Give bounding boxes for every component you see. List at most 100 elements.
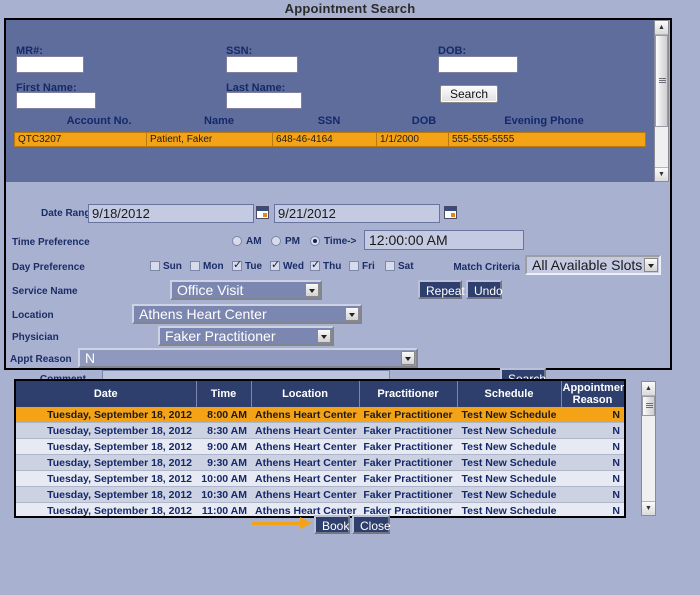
physician-select[interactable]: Faker Practitioner: [158, 326, 334, 346]
close-button[interactable]: Close: [352, 515, 390, 534]
cell-date: Tuesday, September 18, 2012: [16, 407, 196, 423]
patient-result-row[interactable]: QTC3207 Patient, Faker 648-46-4164 1/1/2…: [14, 132, 646, 147]
undo-button[interactable]: Undo: [466, 280, 502, 299]
results-col-schedule[interactable]: Schedule: [457, 381, 561, 407]
table-row[interactable]: Tuesday, September 18, 20129:30 AMAthens…: [16, 455, 624, 471]
cell-practitioner: Faker Practitioner: [359, 439, 457, 455]
time-label: Time->: [324, 236, 356, 247]
cell-schedule: Test New Schedule: [457, 439, 561, 455]
mr-number-input[interactable]: [16, 56, 84, 73]
results-table: Date Time Location Practitioner Schedule…: [16, 381, 625, 518]
scrollbar-thumb[interactable]: [642, 396, 655, 416]
cell-date: Tuesday, September 18, 2012: [16, 471, 196, 487]
cell-schedule: Test New Schedule: [457, 471, 561, 487]
chevron-down-icon[interactable]: [317, 329, 331, 343]
chevron-down-icon[interactable]: [345, 307, 359, 321]
day-label-wed: Wed: [283, 261, 304, 272]
appt-reason-label: Appt Reason: [10, 354, 76, 365]
table-row[interactable]: Tuesday, September 18, 201210:30 AMAthen…: [16, 487, 624, 503]
cell-ssn: 648-46-4164: [273, 133, 377, 146]
repeat-button[interactable]: Repeat: [418, 280, 462, 299]
chevron-down-icon[interactable]: [305, 283, 319, 297]
day-label-tue: Tue: [245, 261, 262, 272]
time-pref-am-radio[interactable]: [232, 236, 242, 246]
chevron-down-icon[interactable]: [644, 258, 658, 272]
cell-reason: N: [561, 487, 624, 503]
cell-date: Tuesday, September 18, 2012: [16, 455, 196, 471]
chevron-down-icon[interactable]: [401, 351, 415, 365]
time-value-input[interactable]: 12:00:00 AM: [364, 230, 524, 250]
last-name-input[interactable]: [226, 92, 302, 109]
scroll-up-icon[interactable]: ▲: [655, 21, 668, 35]
cell-schedule: Test New Schedule: [457, 407, 561, 423]
cell-practitioner: Faker Practitioner: [359, 471, 457, 487]
day-checkbox-sat[interactable]: [385, 261, 395, 271]
results-col-reason[interactable]: Appointment Reason: [561, 381, 624, 407]
calendar-icon[interactable]: [256, 206, 269, 219]
location-label: Location: [12, 310, 96, 321]
results-col-practitioner[interactable]: Practitioner: [359, 381, 457, 407]
scroll-down-icon[interactable]: ▼: [655, 167, 668, 181]
cell-date: Tuesday, September 18, 2012: [16, 487, 196, 503]
service-name-select[interactable]: Office Visit: [170, 280, 322, 300]
cell-schedule: Test New Schedule: [457, 455, 561, 471]
cell-practitioner: Faker Practitioner: [359, 487, 457, 503]
arrow-line: [252, 522, 302, 525]
col-ssn: SSN: [289, 115, 369, 127]
date-to-input[interactable]: 9/21/2012: [274, 204, 440, 223]
day-checkbox-fri[interactable]: [349, 261, 359, 271]
scroll-up-icon[interactable]: ▲: [642, 382, 655, 396]
cell-reason: N: [561, 455, 624, 471]
appointment-search-page: Appointment Search MR#: SSN: DOB: First …: [0, 0, 700, 595]
scroll-down-icon[interactable]: ▼: [642, 501, 655, 515]
day-checkbox-sun[interactable]: [150, 261, 160, 271]
cell-location: Athens Heart Center: [251, 471, 359, 487]
results-col-time[interactable]: Time: [196, 381, 251, 407]
cell-practitioner: Faker Practitioner: [359, 423, 457, 439]
appt-reason-select[interactable]: N: [78, 348, 418, 368]
results-header-row: Date Time Location Practitioner Schedule…: [16, 381, 624, 407]
dob-input[interactable]: [438, 56, 518, 73]
day-label-mon: Mon: [203, 261, 224, 272]
patient-search-button[interactable]: Search: [440, 85, 498, 103]
calendar-icon[interactable]: [444, 206, 457, 219]
location-select[interactable]: Athens Heart Center: [132, 304, 362, 324]
day-label-thu: Thu: [323, 261, 341, 272]
table-row[interactable]: Tuesday, September 18, 201210:00 AMAthen…: [16, 471, 624, 487]
results-col-date[interactable]: Date: [16, 381, 196, 407]
table-row[interactable]: Tuesday, September 18, 20128:30 AMAthens…: [16, 423, 624, 439]
arrow-head: [300, 517, 312, 529]
book-button[interactable]: Book: [314, 515, 350, 534]
ssn-input[interactable]: [226, 56, 298, 73]
cell-schedule: Test New Schedule: [457, 423, 561, 439]
date-from-input[interactable]: 9/18/2012: [88, 204, 254, 223]
scrollbar-thumb[interactable]: [655, 35, 668, 127]
cell-date: Tuesday, September 18, 2012: [16, 439, 196, 455]
physician-value: Faker Practitioner: [165, 328, 275, 344]
location-value: Athens Heart Center: [139, 306, 267, 322]
first-name-input[interactable]: [16, 92, 96, 109]
appointment-results-grid[interactable]: Date Time Location Practitioner Schedule…: [14, 379, 626, 518]
table-row[interactable]: Tuesday, September 18, 20128:00 AMAthens…: [16, 407, 624, 423]
pm-label: PM: [285, 236, 300, 247]
day-checkbox-wed[interactable]: [270, 261, 280, 271]
results-col-location[interactable]: Location: [251, 381, 359, 407]
day-checkbox-thu[interactable]: [310, 261, 320, 271]
time-pref-time-radio[interactable]: [310, 236, 320, 246]
day-preference-label: Day Preference: [12, 262, 96, 273]
match-criteria-select[interactable]: All Available Slots: [525, 255, 661, 275]
patient-panel-scrollbar[interactable]: ▲ ▼: [654, 20, 669, 182]
cell-time: 9:30 AM: [196, 455, 251, 471]
cell-reason: N: [561, 471, 624, 487]
results-scrollbar[interactable]: ▲ ▼: [641, 381, 656, 516]
time-pref-pm-radio[interactable]: [271, 236, 281, 246]
day-label-fri: Fri: [362, 261, 375, 272]
day-checkbox-mon[interactable]: [190, 261, 200, 271]
cell-date: Tuesday, September 18, 2012: [16, 503, 196, 519]
day-checkbox-tue[interactable]: [232, 261, 242, 271]
cell-time: 8:00 AM: [196, 407, 251, 423]
table-row[interactable]: Tuesday, September 18, 20129:00 AMAthens…: [16, 439, 624, 455]
search-criteria-panel: Date Range 9/18/2012 9/21/2012 Time Pref…: [6, 182, 670, 368]
cell-location: Athens Heart Center: [251, 487, 359, 503]
physician-label: Physician: [12, 332, 96, 343]
